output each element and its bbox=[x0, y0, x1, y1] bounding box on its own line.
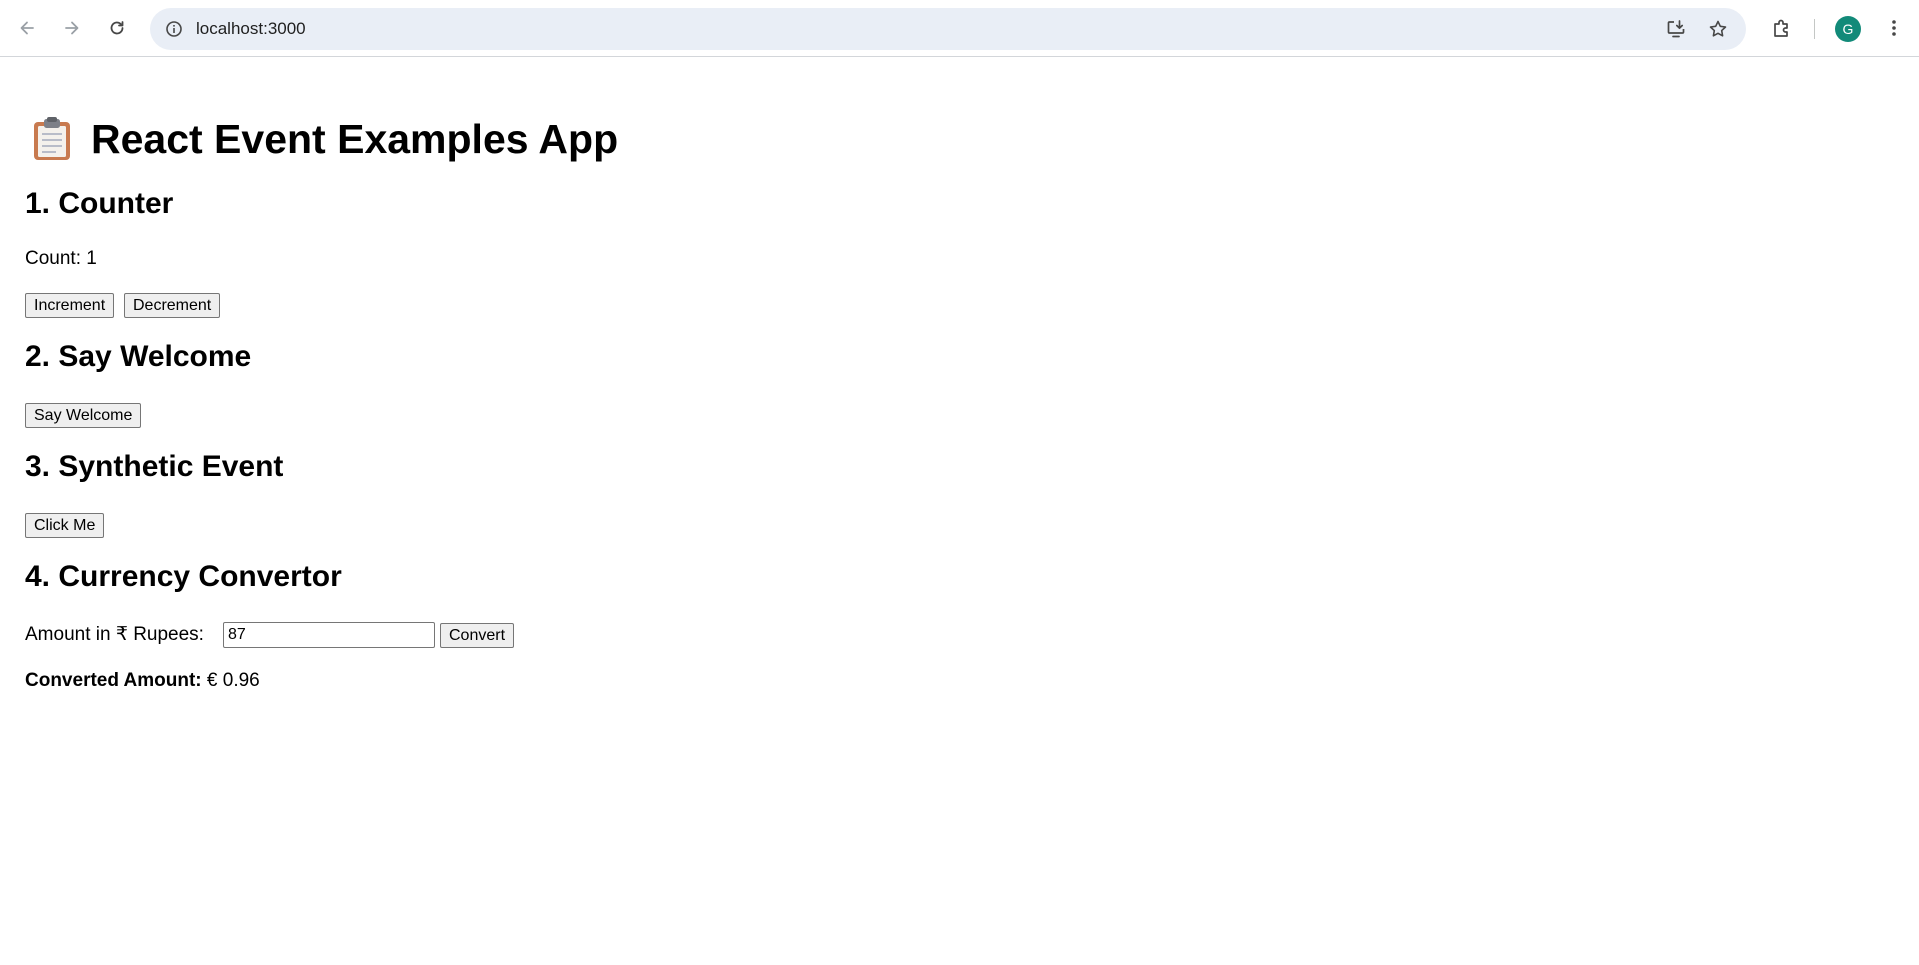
install-app-button[interactable] bbox=[1662, 15, 1690, 43]
arrow-right-icon bbox=[65, 21, 79, 35]
puzzle-icon bbox=[1774, 19, 1788, 37]
site-info-button[interactable] bbox=[160, 15, 188, 43]
reload-icon bbox=[110, 21, 124, 35]
counter-heading: 1. Counter bbox=[25, 187, 174, 220]
info-circle-icon bbox=[166, 21, 182, 37]
converted-amount-value: € 0.96 bbox=[206, 670, 260, 691]
bookmark-button[interactable] bbox=[1704, 15, 1732, 43]
converted-amount-label: Converted Amount: bbox=[25, 670, 202, 691]
count-display: Count: 1 bbox=[25, 248, 97, 269]
currency-heading: 4. Currency Convertor bbox=[25, 560, 342, 593]
decrement-button[interactable]: Decrement bbox=[124, 293, 221, 318]
forward-button[interactable] bbox=[54, 10, 90, 46]
browser-toolbar: localhost:3000 G bbox=[0, 0, 1919, 57]
clipboard-emoji-icon bbox=[34, 117, 70, 160]
install-app-icon bbox=[1667, 20, 1685, 38]
back-button[interactable] bbox=[9, 10, 45, 46]
kebab-menu-icon bbox=[1892, 20, 1896, 36]
amount-label: Amount in ₹ Rupees: bbox=[25, 624, 204, 645]
converted-amount: Converted Amount: € 0.96 bbox=[25, 669, 260, 693]
page-title-text: React Event Examples App bbox=[91, 116, 619, 162]
reload-button[interactable] bbox=[99, 10, 135, 46]
synthetic-heading: 3. Synthetic Event bbox=[25, 450, 284, 483]
increment-button[interactable]: Increment bbox=[25, 293, 115, 318]
toolbar-divider bbox=[1814, 19, 1815, 39]
address-bar[interactable]: localhost:3000 bbox=[150, 8, 1746, 50]
profile-avatar[interactable]: G bbox=[1835, 16, 1861, 42]
welcome-heading: 2. Say Welcome bbox=[25, 340, 252, 373]
click-me-button[interactable]: Click Me bbox=[25, 513, 105, 538]
say-welcome-button[interactable]: Say Welcome bbox=[25, 403, 142, 428]
page-title: React Event Examples App bbox=[25, 115, 618, 163]
star-icon bbox=[1709, 20, 1727, 37]
amount-input[interactable] bbox=[223, 622, 435, 648]
url-text[interactable]: localhost:3000 bbox=[196, 8, 306, 50]
extensions-button[interactable] bbox=[1764, 10, 1800, 46]
convert-button[interactable]: Convert bbox=[440, 623, 515, 648]
browser-menu-button[interactable] bbox=[1876, 10, 1912, 46]
arrow-left-icon bbox=[20, 21, 34, 35]
